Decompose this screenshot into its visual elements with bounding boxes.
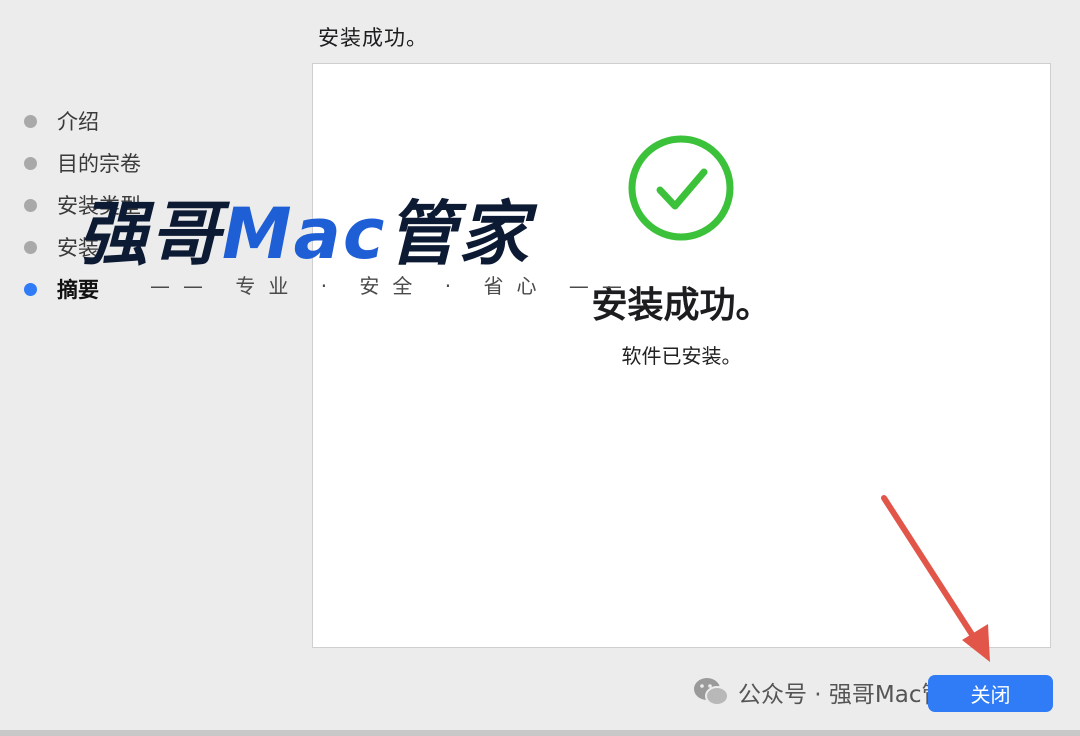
checkmark-circle-icon: [628, 135, 734, 241]
step-intro: 介绍: [22, 100, 282, 142]
step-dot-icon: [24, 156, 37, 170]
watermark-brand: 强哥Mac管家: [78, 178, 530, 279]
footer-watermark: 公众号 · 强哥Mac管家: [692, 675, 968, 709]
watermark-tagline: —— 专业 · 安全 · 省心 ——: [150, 274, 635, 298]
step-dot-icon: [24, 240, 37, 254]
installer-window: 安装成功。 介绍 目的宗卷 安装类型 安装 摘要 安装成功。 软件已安装。 强哥…: [0, 0, 1080, 736]
step-label: 介绍: [57, 110, 99, 134]
bottom-divider: [0, 730, 1080, 736]
close-button[interactable]: 关闭: [928, 675, 1053, 712]
watermark-brand-suffix: 管家: [386, 193, 531, 275]
step-dot-icon: [24, 114, 37, 128]
watermark-brand-prefix: 强哥: [78, 193, 222, 275]
step-label: 目的宗卷: [57, 152, 141, 176]
window-heading: 安装成功。: [318, 26, 428, 50]
step-dot-active-icon: [24, 282, 37, 296]
step-dot-icon: [24, 198, 37, 212]
success-subtitle: 软件已安装。: [621, 344, 742, 368]
red-arrow-annotation-icon: [881, 495, 990, 662]
wechat-icon: [694, 678, 729, 706]
watermark-brand-mac: Mac: [222, 193, 387, 275]
